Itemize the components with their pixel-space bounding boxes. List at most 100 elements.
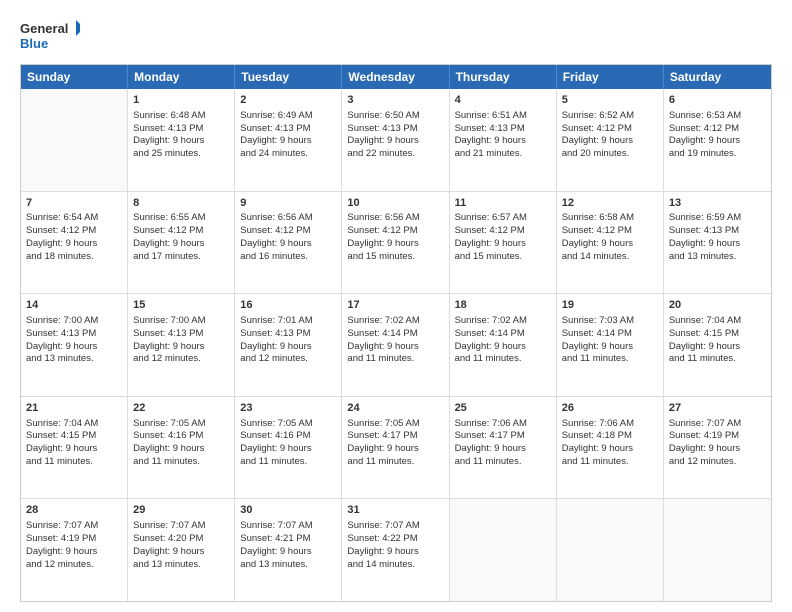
day-number-28: 28 (26, 503, 122, 518)
cell-line: Daylight: 9 hours (133, 341, 229, 354)
week-row-3: 21Sunrise: 7:04 AMSunset: 4:15 PMDayligh… (21, 397, 771, 500)
cell-line: Sunrise: 6:55 AM (133, 212, 229, 225)
cell-line: Sunset: 4:13 PM (240, 328, 336, 341)
cell-line: and 25 minutes. (133, 148, 229, 161)
cell-line: Sunset: 4:22 PM (347, 533, 443, 546)
page: General Blue SundayMondayTuesdayWednesda… (0, 0, 792, 612)
cell-line: Sunrise: 6:52 AM (562, 110, 658, 123)
cell-line: Sunset: 4:13 PM (669, 225, 766, 238)
cell-w3-d5: 26Sunrise: 7:06 AMSunset: 4:18 PMDayligh… (557, 397, 664, 499)
cell-line: Sunrise: 7:02 AM (347, 315, 443, 328)
cell-line: and 13 minutes. (26, 353, 122, 366)
cell-line: Sunrise: 7:05 AM (133, 418, 229, 431)
cell-w1-d4: 11Sunrise: 6:57 AMSunset: 4:12 PMDayligh… (450, 192, 557, 294)
cell-w4-d1: 29Sunrise: 7:07 AMSunset: 4:20 PMDayligh… (128, 499, 235, 601)
cell-line: Sunset: 4:12 PM (669, 123, 766, 136)
svg-text:Blue: Blue (20, 36, 48, 51)
day-number-23: 23 (240, 401, 336, 416)
calendar-body: 1Sunrise: 6:48 AMSunset: 4:13 PMDaylight… (21, 89, 771, 601)
cell-line: and 13 minutes. (133, 559, 229, 572)
cell-line: and 21 minutes. (455, 148, 551, 161)
day-number-4: 4 (455, 93, 551, 108)
day-number-3: 3 (347, 93, 443, 108)
cell-w0-d5: 5Sunrise: 6:52 AMSunset: 4:12 PMDaylight… (557, 89, 664, 191)
cell-line: Sunset: 4:14 PM (562, 328, 658, 341)
cell-line: and 17 minutes. (133, 251, 229, 264)
cell-line: Sunrise: 7:07 AM (347, 520, 443, 533)
cell-line: Daylight: 9 hours (455, 135, 551, 148)
cell-w3-d4: 25Sunrise: 7:06 AMSunset: 4:17 PMDayligh… (450, 397, 557, 499)
cell-w1-d5: 12Sunrise: 6:58 AMSunset: 4:12 PMDayligh… (557, 192, 664, 294)
cell-line: and 15 minutes. (347, 251, 443, 264)
cell-line: Sunset: 4:13 PM (455, 123, 551, 136)
cell-line: Sunrise: 6:49 AM (240, 110, 336, 123)
cell-line: and 14 minutes. (562, 251, 658, 264)
cell-line: and 13 minutes. (669, 251, 766, 264)
cell-line: and 18 minutes. (26, 251, 122, 264)
cell-line: Sunset: 4:18 PM (562, 430, 658, 443)
cell-w1-d1: 8Sunrise: 6:55 AMSunset: 4:12 PMDaylight… (128, 192, 235, 294)
cell-line: Daylight: 9 hours (347, 135, 443, 148)
day-number-27: 27 (669, 401, 766, 416)
cell-line: Daylight: 9 hours (26, 341, 122, 354)
day-number-31: 31 (347, 503, 443, 518)
cell-line: and 11 minutes. (562, 456, 658, 469)
cell-line: Sunrise: 7:07 AM (240, 520, 336, 533)
day-number-2: 2 (240, 93, 336, 108)
cell-line: Daylight: 9 hours (562, 341, 658, 354)
cell-line: Sunset: 4:17 PM (347, 430, 443, 443)
cell-line: Daylight: 9 hours (26, 546, 122, 559)
cell-line: Sunrise: 7:02 AM (455, 315, 551, 328)
cell-w0-d0 (21, 89, 128, 191)
cell-line: Daylight: 9 hours (26, 238, 122, 251)
day-number-16: 16 (240, 298, 336, 313)
cell-line: Sunrise: 6:50 AM (347, 110, 443, 123)
cell-line: Sunset: 4:12 PM (26, 225, 122, 238)
logo-svg: General Blue (20, 18, 80, 54)
cell-line: Daylight: 9 hours (240, 135, 336, 148)
header-day-2: Tuesday (235, 65, 342, 89)
cell-line: Daylight: 9 hours (26, 443, 122, 456)
cell-line: and 16 minutes. (240, 251, 336, 264)
cell-line: and 15 minutes. (455, 251, 551, 264)
cell-w4-d0: 28Sunrise: 7:07 AMSunset: 4:19 PMDayligh… (21, 499, 128, 601)
cell-line: Sunrise: 6:53 AM (669, 110, 766, 123)
cell-line: Sunset: 4:13 PM (240, 123, 336, 136)
cell-line: Daylight: 9 hours (455, 238, 551, 251)
cell-line: and 11 minutes. (562, 353, 658, 366)
cell-line: Sunrise: 6:58 AM (562, 212, 658, 225)
cell-line: Sunrise: 6:56 AM (240, 212, 336, 225)
cell-line: Daylight: 9 hours (669, 443, 766, 456)
cell-line: Daylight: 9 hours (455, 341, 551, 354)
day-number-19: 19 (562, 298, 658, 313)
cell-line: Daylight: 9 hours (347, 341, 443, 354)
cell-line: Sunset: 4:19 PM (669, 430, 766, 443)
cell-w2-d6: 20Sunrise: 7:04 AMSunset: 4:15 PMDayligh… (664, 294, 771, 396)
cell-line: Sunrise: 6:59 AM (669, 212, 766, 225)
cell-line: and 11 minutes. (347, 456, 443, 469)
cell-line: Daylight: 9 hours (133, 443, 229, 456)
cell-line: Sunset: 4:13 PM (133, 123, 229, 136)
cell-line: Sunset: 4:12 PM (455, 225, 551, 238)
cell-w3-d6: 27Sunrise: 7:07 AMSunset: 4:19 PMDayligh… (664, 397, 771, 499)
cell-line: Sunrise: 7:06 AM (455, 418, 551, 431)
cell-line: Daylight: 9 hours (669, 238, 766, 251)
cell-w2-d4: 18Sunrise: 7:02 AMSunset: 4:14 PMDayligh… (450, 294, 557, 396)
day-number-17: 17 (347, 298, 443, 313)
day-number-29: 29 (133, 503, 229, 518)
cell-line: Daylight: 9 hours (133, 238, 229, 251)
day-number-14: 14 (26, 298, 122, 313)
cell-w0-d2: 2 Sunrise: 6:49 AMSunset: 4:13 PMDaylight… (235, 89, 342, 191)
cell-line: Sunset: 4:13 PM (133, 328, 229, 341)
cell-line: and 11 minutes. (240, 456, 336, 469)
cell-line: and 24 minutes. (240, 148, 336, 161)
cell-line: and 19 minutes. (669, 148, 766, 161)
header-day-0: Sunday (21, 65, 128, 89)
cell-w3-d0: 21Sunrise: 7:04 AMSunset: 4:15 PMDayligh… (21, 397, 128, 499)
week-row-0: 1Sunrise: 6:48 AMSunset: 4:13 PMDaylight… (21, 89, 771, 192)
cell-line: Sunset: 4:13 PM (347, 123, 443, 136)
week-row-1: 7Sunrise: 6:54 AMSunset: 4:12 PMDaylight… (21, 192, 771, 295)
cell-w4-d6 (664, 499, 771, 601)
day-number-21: 21 (26, 401, 122, 416)
cell-line: Sunset: 4:13 PM (26, 328, 122, 341)
